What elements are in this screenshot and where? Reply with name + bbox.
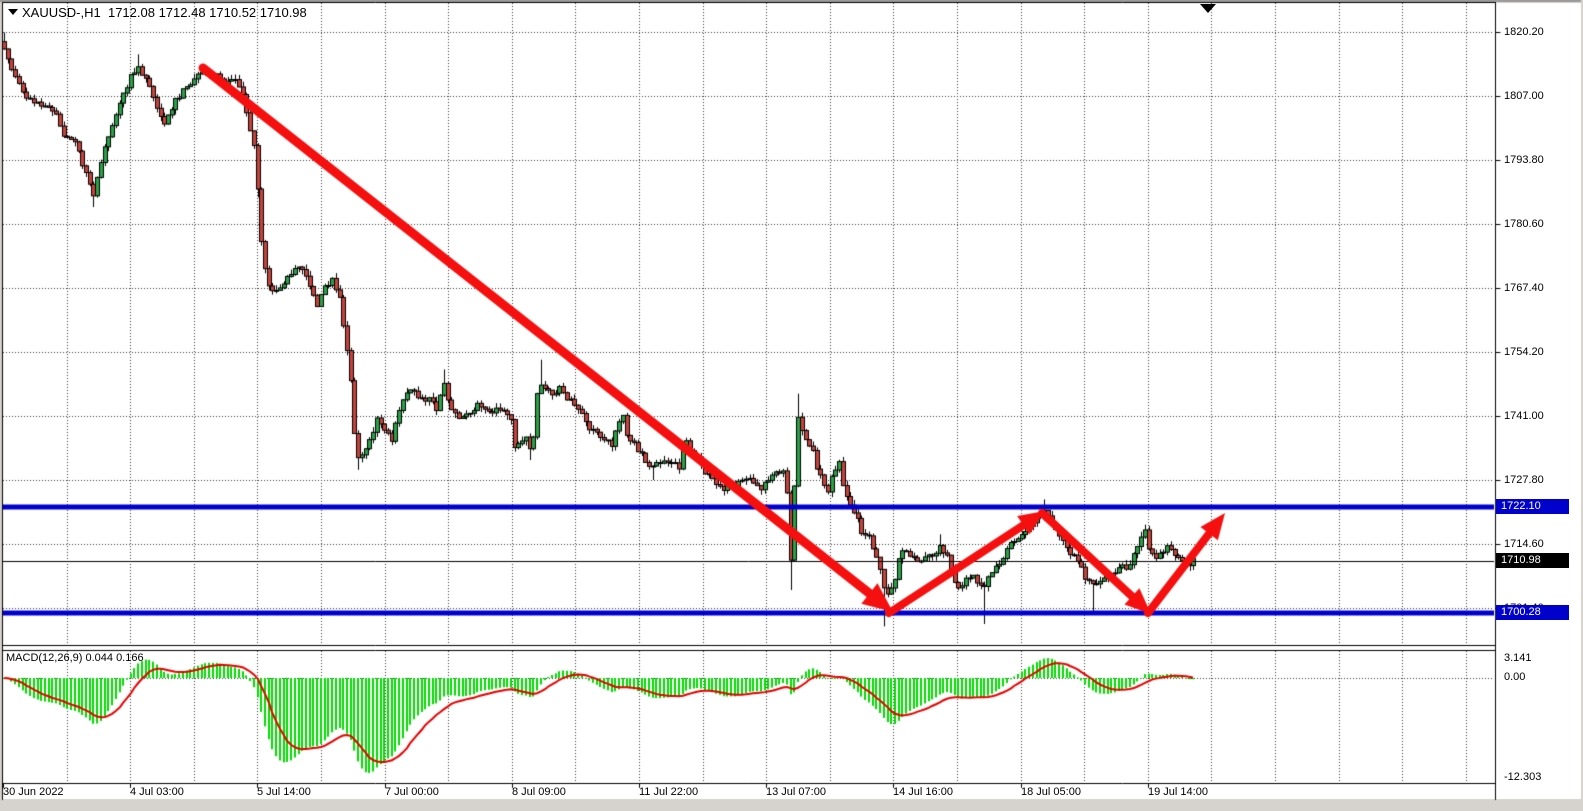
time-axis-label: 14 Jul 16:00 bbox=[893, 786, 953, 799]
time-axis-label: 30 Jun 2022 bbox=[3, 786, 64, 799]
price-axis-label: 1767.40 bbox=[1504, 282, 1544, 295]
price-axis-label: 1714.60 bbox=[1504, 538, 1544, 551]
terminal-chart-window: { "window": { "title": "XAUUSD-,H1 1712.… bbox=[0, 0, 1583, 811]
price-axis-label: 1727.80 bbox=[1504, 474, 1544, 487]
price-axis[interactable] bbox=[1496, 3, 1581, 783]
price-axis-label: 1780.60 bbox=[1504, 218, 1544, 231]
price-badge-1700.28: 1700.28 bbox=[1496, 605, 1569, 620]
price-badge-1722.10: 1722.10 bbox=[1496, 499, 1569, 514]
time-axis-label: 5 Jul 14:00 bbox=[257, 786, 311, 799]
time-axis-label: 18 Jul 05:00 bbox=[1021, 786, 1081, 799]
time-axis-label: 4 Jul 03:00 bbox=[130, 786, 184, 799]
macd-scale-label: 0.00 bbox=[1504, 671, 1525, 684]
macd-indicator-label: MACD(12,26,9) 0.044 0.166 bbox=[6, 652, 144, 664]
macd-name: MACD(12,26,9) bbox=[6, 652, 82, 664]
chart-title: XAUUSD-,H1 1712.08 1712.48 1710.52 1710.… bbox=[22, 5, 307, 20]
time-axis[interactable] bbox=[3, 784, 1494, 799]
price-axis-label: 1820.20 bbox=[1504, 26, 1544, 39]
macd-panel[interactable] bbox=[3, 651, 1494, 783]
price-axis-label: 1741.00 bbox=[1504, 410, 1544, 423]
macd-scale-label: -12.303 bbox=[1504, 771, 1541, 784]
symbol-dropdown-icon[interactable] bbox=[8, 9, 18, 15]
price-axis-label: 1807.00 bbox=[1504, 90, 1544, 103]
price-badge-1710.98: 1710.98 bbox=[1496, 553, 1569, 568]
price-axis-label: 1754.20 bbox=[1504, 346, 1544, 359]
time-axis-label: 13 Jul 07:00 bbox=[766, 786, 826, 799]
time-axis-label: 11 Jul 22:00 bbox=[639, 786, 698, 799]
macd-scale-label: 3.141 bbox=[1504, 652, 1532, 665]
time-axis-label: 7 Jul 00:00 bbox=[385, 786, 439, 799]
time-axis-label: 19 Jul 14:00 bbox=[1148, 786, 1208, 799]
time-axis-label: 8 Jul 09:00 bbox=[512, 786, 566, 799]
main-chart-area[interactable] bbox=[3, 3, 1494, 645]
macd-current-values: 0.044 0.166 bbox=[85, 652, 143, 664]
current-bar-marker-icon bbox=[1200, 4, 1216, 13]
price-axis-label: 1793.80 bbox=[1504, 154, 1544, 167]
